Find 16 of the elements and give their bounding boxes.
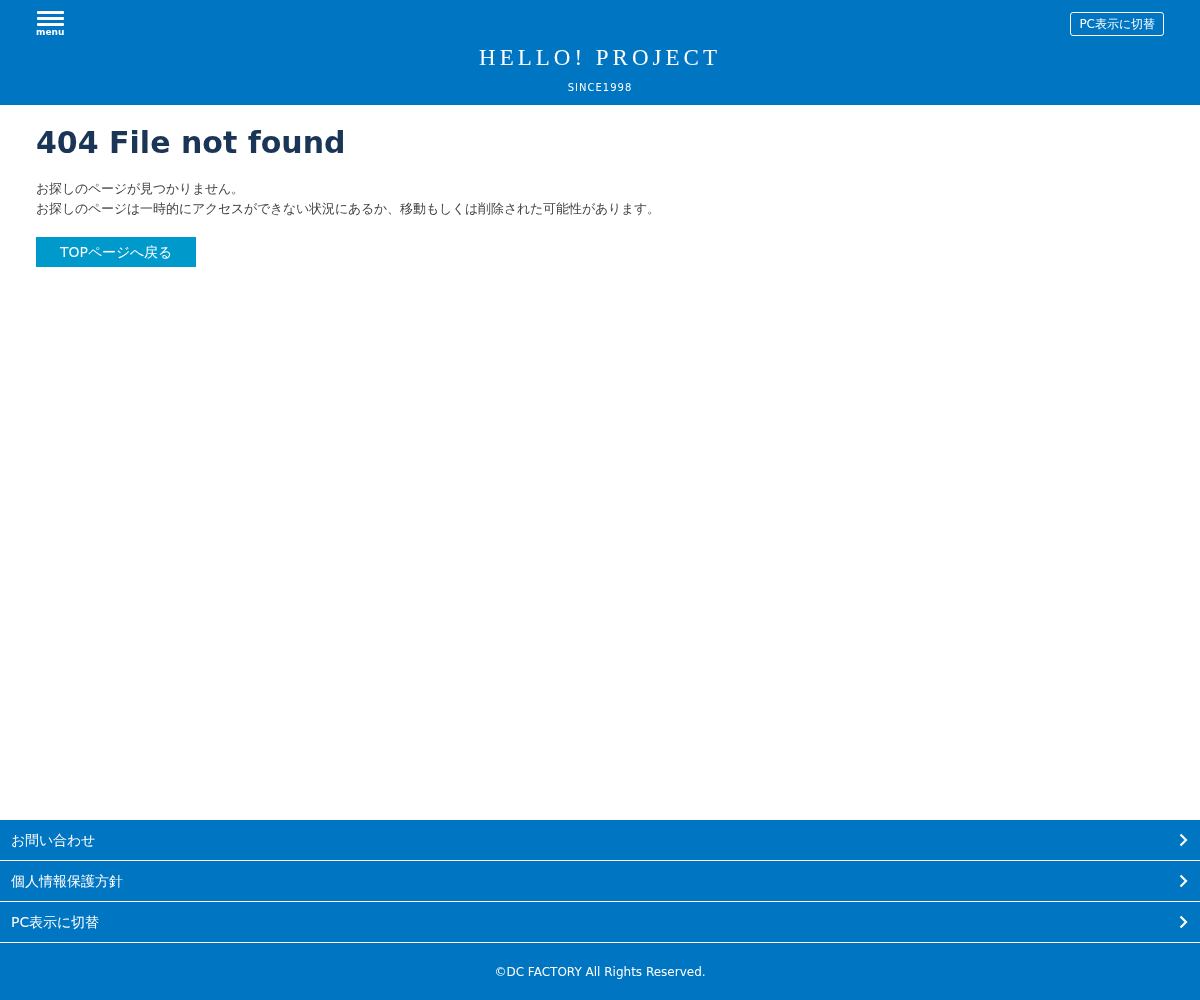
footer-link[interactable]: 個人情報保護方針 — [0, 861, 1200, 902]
footer-link[interactable]: お問い合わせ — [0, 820, 1200, 861]
back-to-top-button[interactable]: TOPページへ戻る — [36, 237, 196, 267]
logo-subtitle: SINCE1998 — [567, 81, 633, 95]
pc-view-button[interactable]: PC表示に切替 — [1070, 12, 1164, 36]
footer-link[interactable]: PC表示に切替 — [0, 902, 1200, 943]
logo-title[interactable]: HELLO! PROJECT — [479, 46, 721, 69]
menu-button[interactable]: menu — [36, 10, 65, 37]
message-text: お探しのページは一時的にアクセスができない状況にあるか、移動もしくは削除された可能性があります。 — [36, 200, 661, 218]
menu-icon — [36, 10, 64, 28]
message-text: お探しのページが見つかりません。 — [36, 180, 245, 198]
page-heading: 404 File not found — [36, 125, 347, 161]
chevron-right-icon — [1179, 874, 1188, 888]
copyright-text: ©DC FACTORY All Rights Reserved. — [494, 965, 706, 979]
chevron-right-icon — [1179, 833, 1188, 847]
chevron-right-icon — [1179, 915, 1188, 929]
